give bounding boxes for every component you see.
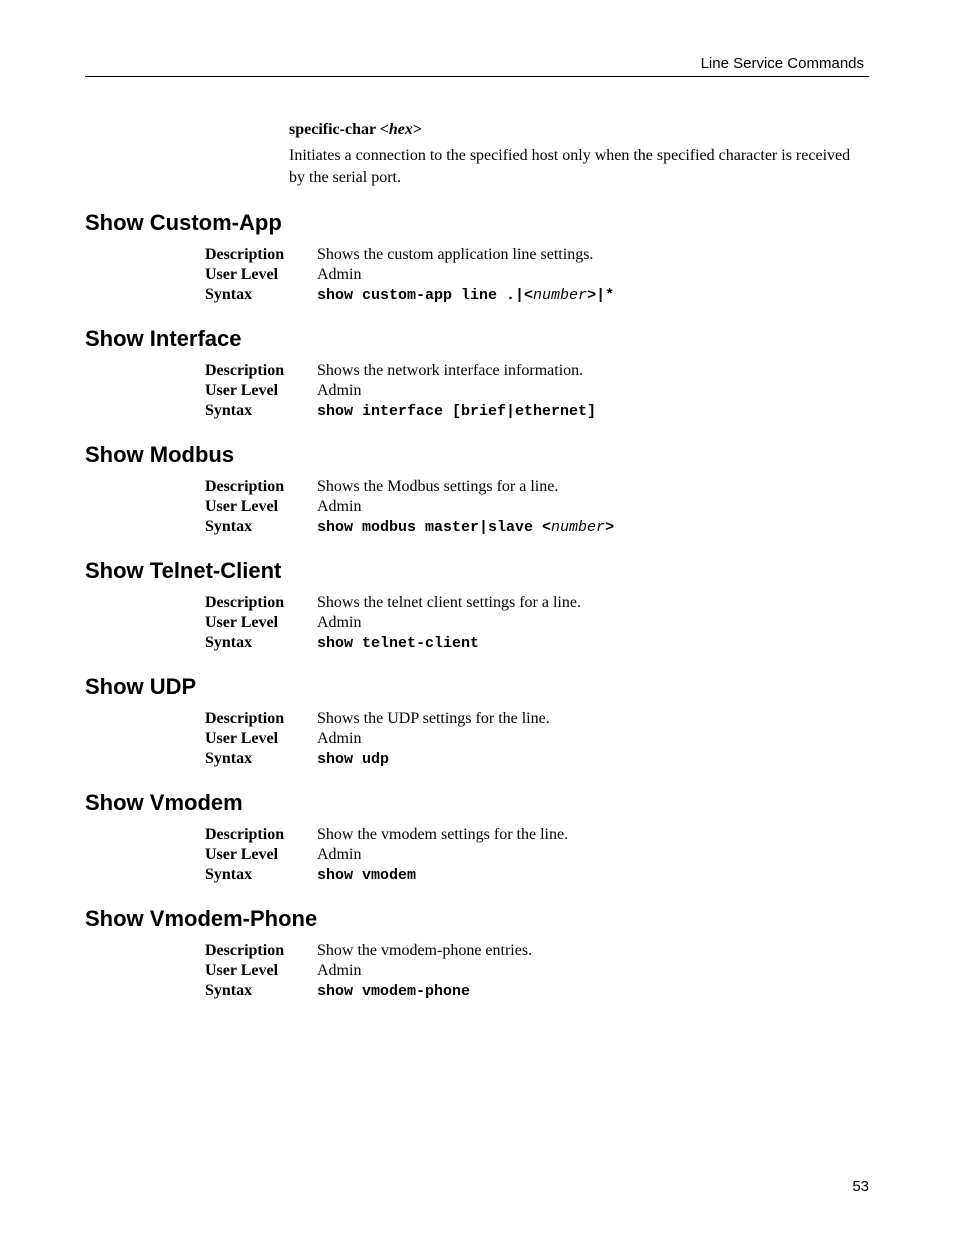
syntax-value: show udp xyxy=(317,750,389,768)
description-row: DescriptionShow the vmodem settings for … xyxy=(205,826,869,844)
syntax-mono-pre: show telnet-client xyxy=(317,635,479,652)
description-row: DescriptionShow the vmodem-phone entries… xyxy=(205,942,869,960)
user-level-row: User LevelAdmin xyxy=(205,846,869,864)
user-level-value: Admin xyxy=(317,498,361,516)
description-row: DescriptionShows the UDP settings for th… xyxy=(205,710,869,728)
user-level-label: User Level xyxy=(205,266,317,284)
user-level-label: User Level xyxy=(205,498,317,516)
command-block: DescriptionShows the network interface i… xyxy=(205,362,869,420)
user-level-label: User Level xyxy=(205,382,317,400)
syntax-row: Syntaxshow vmodem xyxy=(205,866,869,884)
user-level-row: User LevelAdmin xyxy=(205,266,869,284)
command-block: DescriptionShows the UDP settings for th… xyxy=(205,710,869,768)
syntax-label: Syntax xyxy=(205,402,317,420)
command-block: DescriptionShow the vmodem settings for … xyxy=(205,826,869,884)
command-block: DescriptionShow the vmodem-phone entries… xyxy=(205,942,869,1000)
section-heading: Show Vmodem xyxy=(85,790,869,816)
syntax-mono-pre: show interface [brief|ethernet] xyxy=(317,403,596,420)
description-value: Shows the Modbus settings for a line. xyxy=(317,478,558,496)
syntax-mono-pre: show vmodem xyxy=(317,867,416,884)
intro-option-title: specific-char <hex> xyxy=(289,121,869,139)
running-header: Line Service Commands xyxy=(85,55,869,72)
syntax-mono-pre: show custom-app line .|< xyxy=(317,287,533,304)
description-value: Shows the UDP settings for the line. xyxy=(317,710,550,728)
syntax-row: Syntaxshow udp xyxy=(205,750,869,768)
description-row: DescriptionShows the custom application … xyxy=(205,246,869,264)
user-level-label: User Level xyxy=(205,846,317,864)
section-heading: Show Vmodem-Phone xyxy=(85,906,869,932)
syntax-mono-ital: number xyxy=(551,519,605,536)
syntax-mono-ital: number xyxy=(533,287,587,304)
user-level-row: User LevelAdmin xyxy=(205,962,869,980)
syntax-mono-pre: show vmodem-phone xyxy=(317,983,470,1000)
user-level-value: Admin xyxy=(317,730,361,748)
section-heading: Show Custom-App xyxy=(85,210,869,236)
syntax-row: Syntaxshow modbus master|slave <number> xyxy=(205,518,869,536)
syntax-mono-pre: show udp xyxy=(317,751,389,768)
description-label: Description xyxy=(205,246,317,264)
description-label: Description xyxy=(205,710,317,728)
syntax-label: Syntax xyxy=(205,982,317,1000)
description-value: Shows the custom application line settin… xyxy=(317,246,593,264)
intro-title-close: > xyxy=(413,121,422,138)
description-label: Description xyxy=(205,478,317,496)
description-label: Description xyxy=(205,362,317,380)
user-level-row: User LevelAdmin xyxy=(205,730,869,748)
user-level-row: User LevelAdmin xyxy=(205,498,869,516)
description-label: Description xyxy=(205,826,317,844)
syntax-value: show vmodem xyxy=(317,866,416,884)
user-level-value: Admin xyxy=(317,382,361,400)
syntax-mono-post: >|* xyxy=(587,287,614,304)
user-level-label: User Level xyxy=(205,962,317,980)
syntax-value: show interface [brief|ethernet] xyxy=(317,402,596,420)
description-value: Shows the telnet client settings for a l… xyxy=(317,594,581,612)
syntax-row: Syntaxshow interface [brief|ethernet] xyxy=(205,402,869,420)
syntax-value: show telnet-client xyxy=(317,634,479,652)
section-heading: Show Interface xyxy=(85,326,869,352)
command-block: DescriptionShows the Modbus settings for… xyxy=(205,478,869,536)
user-level-value: Admin xyxy=(317,962,361,980)
syntax-mono-post: > xyxy=(605,519,614,536)
syntax-mono-pre: show modbus master|slave < xyxy=(317,519,551,536)
description-value: Show the vmodem-phone entries. xyxy=(317,942,532,960)
section-heading: Show UDP xyxy=(85,674,869,700)
description-row: DescriptionShows the network interface i… xyxy=(205,362,869,380)
user-level-value: Admin xyxy=(317,614,361,632)
intro-option-desc: Initiates a connection to the specified … xyxy=(289,145,869,188)
syntax-value: show modbus master|slave <number> xyxy=(317,518,614,536)
description-value: Shows the network interface information. xyxy=(317,362,583,380)
command-block: DescriptionShows the custom application … xyxy=(205,246,869,304)
description-label: Description xyxy=(205,594,317,612)
syntax-label: Syntax xyxy=(205,750,317,768)
syntax-label: Syntax xyxy=(205,634,317,652)
user-level-value: Admin xyxy=(317,266,361,284)
description-row: DescriptionShows the telnet client setti… xyxy=(205,594,869,612)
user-level-value: Admin xyxy=(317,846,361,864)
intro-option-block: specific-char <hex> Initiates a connecti… xyxy=(289,121,869,188)
description-value: Show the vmodem settings for the line. xyxy=(317,826,568,844)
syntax-value: show custom-app line .|<number>|* xyxy=(317,286,614,304)
user-level-label: User Level xyxy=(205,730,317,748)
syntax-row: Syntaxshow telnet-client xyxy=(205,634,869,652)
command-block: DescriptionShows the telnet client setti… xyxy=(205,594,869,652)
syntax-label: Syntax xyxy=(205,286,317,304)
page-number: 53 xyxy=(852,1178,869,1195)
user-level-row: User LevelAdmin xyxy=(205,614,869,632)
syntax-label: Syntax xyxy=(205,866,317,884)
user-level-label: User Level xyxy=(205,614,317,632)
section-heading: Show Modbus xyxy=(85,442,869,468)
syntax-row: Syntaxshow vmodem-phone xyxy=(205,982,869,1000)
section-heading: Show Telnet-Client xyxy=(85,558,869,584)
description-label: Description xyxy=(205,942,317,960)
page-container: Line Service Commands specific-char <hex… xyxy=(0,0,954,1235)
description-row: DescriptionShows the Modbus settings for… xyxy=(205,478,869,496)
syntax-label: Syntax xyxy=(205,518,317,536)
syntax-row: Syntaxshow custom-app line .|<number>|* xyxy=(205,286,869,304)
header-rule xyxy=(85,76,869,77)
syntax-value: show vmodem-phone xyxy=(317,982,470,1000)
intro-title-bold: specific-char < xyxy=(289,121,389,138)
intro-title-italic: hex xyxy=(389,121,413,138)
user-level-row: User LevelAdmin xyxy=(205,382,869,400)
